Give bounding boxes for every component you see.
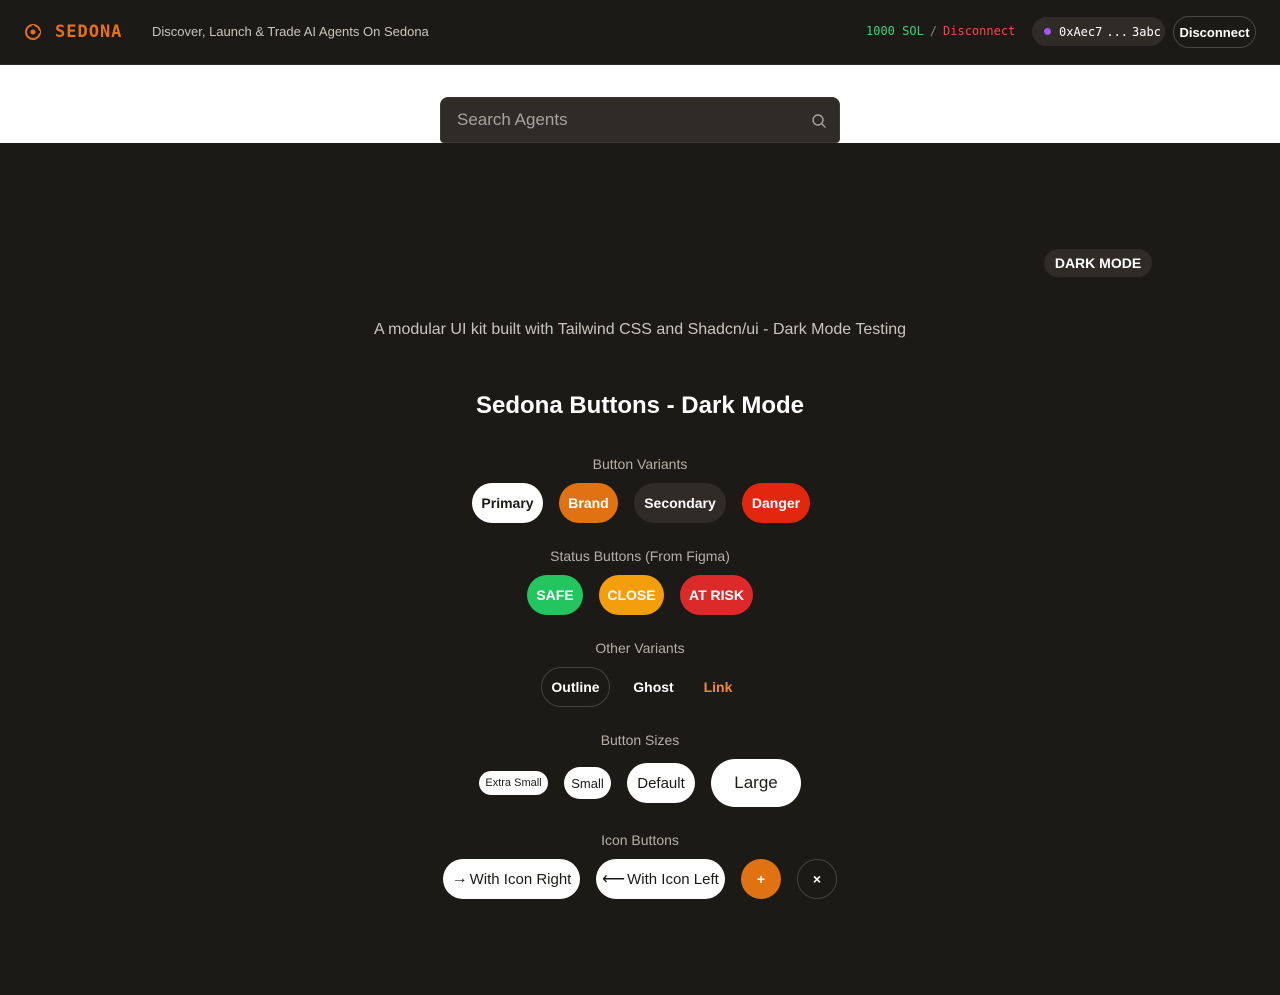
other-row: Outline Ghost Link [0, 667, 1280, 707]
wallet-status-dot-icon [1044, 28, 1051, 35]
ghost-button[interactable]: Ghost [626, 667, 681, 707]
danger-button[interactable]: Danger [742, 483, 810, 523]
sol-balance: 1000 SOL [866, 24, 924, 38]
section-label-sizes: Button Sizes [600, 732, 680, 748]
safe-button[interactable]: SAFE [527, 575, 583, 615]
icon-right-label: With Icon Right [469, 870, 572, 888]
dark-mode-toggle[interactable]: DARK MODE [1044, 249, 1152, 277]
close-icon-button[interactable]: × [797, 859, 837, 899]
logo-text: SEDONA [55, 22, 123, 42]
extra-small-button[interactable]: Extra Small [479, 771, 548, 795]
icon-right-button[interactable]: → With Icon Right [443, 859, 580, 899]
search-bar [440, 97, 840, 143]
primary-button[interactable]: Primary [472, 483, 543, 523]
icons-row: → With Icon Right ⟵ With Icon Left + × [0, 859, 1280, 899]
link-button[interactable]: Link [697, 667, 739, 707]
section-label-other: Other Variants [595, 640, 685, 656]
plus-icon: + [756, 871, 766, 887]
search-icon[interactable] [811, 113, 827, 129]
default-button[interactable]: Default [627, 763, 695, 803]
disconnect-link[interactable]: Disconnect [943, 24, 1015, 38]
wallet-address-start: 0xAec7 [1059, 24, 1103, 39]
sedona-logo-icon [25, 24, 41, 40]
plus-icon-button[interactable]: + [741, 859, 781, 899]
section-label-icons: Icon Buttons [601, 832, 679, 848]
balance-separator: / [929, 24, 938, 38]
top-header: SEDONA Discover, Launch & Trade AI Agent… [0, 0, 1280, 65]
wallet-balance: 1000 SOL / Disconnect [866, 24, 1015, 38]
brand-button[interactable]: Brand [559, 483, 618, 523]
small-button[interactable]: Small [564, 767, 611, 799]
icon-left-button[interactable]: ⟵ With Icon Left [596, 859, 725, 899]
header-tagline: Discover, Launch & Trade AI Agents On Se… [152, 24, 429, 39]
logo[interactable]: SEDONA [24, 22, 122, 42]
section-label-status: Status Buttons (From Figma) [550, 548, 730, 564]
page-title: Sedona Buttons - Dark Mode [475, 392, 805, 419]
page-subtitle: A modular UI kit built with Tailwind CSS… [373, 321, 907, 338]
wallet-address-end: 3abc [1132, 24, 1161, 39]
disconnect-button[interactable]: Disconnect [1173, 16, 1256, 48]
wallet-address-pill[interactable]: 0xAec7 ... 3abc [1032, 17, 1165, 46]
close-icon: × [812, 871, 822, 887]
icon-left-label: With Icon Left [627, 870, 719, 888]
arrow-right-icon: → [451, 870, 468, 887]
variants-row: Primary Brand Secondary Danger [0, 483, 1280, 523]
arrow-left-icon: ⟵ [602, 871, 626, 888]
large-button[interactable]: Large [711, 759, 801, 807]
search-input[interactable] [441, 110, 801, 130]
section-label-variants: Button Variants [592, 456, 688, 472]
status-row: SAFE CLOSE AT RISK [0, 575, 1280, 615]
outline-button[interactable]: Outline [541, 667, 610, 707]
close-button[interactable]: CLOSE [599, 575, 664, 615]
wallet-address-ellipsis: ... [1106, 24, 1129, 39]
secondary-button[interactable]: Secondary [634, 483, 726, 523]
sizes-row: Extra Small Small Default Large [0, 759, 1280, 807]
at-risk-button[interactable]: AT RISK [680, 575, 753, 615]
